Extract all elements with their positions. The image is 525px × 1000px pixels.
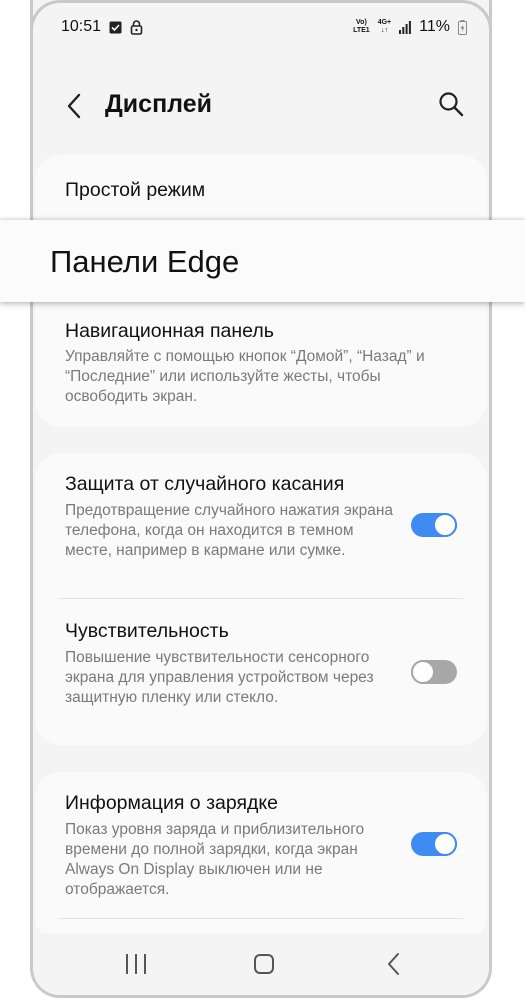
navigation-bar-title[interactable]: Навигационная панель bbox=[65, 320, 274, 343]
page-title: Дисплей bbox=[105, 90, 213, 118]
edge-panels-highlight[interactable]: Панели Edge bbox=[0, 220, 525, 302]
touch-sensitivity-toggle[interactable] bbox=[411, 660, 457, 684]
back-arrow-icon[interactable] bbox=[63, 92, 89, 120]
edge-panels-label: Панели Edge bbox=[50, 244, 240, 279]
charging-info-toggle[interactable] bbox=[411, 832, 457, 856]
divider bbox=[59, 598, 463, 599]
simple-mode-item[interactable]: Простой режим bbox=[65, 179, 205, 202]
divider bbox=[59, 918, 463, 919]
app-bar: Дисплей bbox=[33, 80, 489, 132]
data-indicator: 4G+ ↓↑ bbox=[377, 19, 392, 34]
touch-sensitivity-title[interactable]: Чувствительность bbox=[65, 620, 229, 643]
volte-indicator: Vo) LTE1 bbox=[353, 19, 370, 34]
status-time: 10:51 bbox=[61, 18, 102, 35]
phone-screen: 10:51 Vo) LTE1 4G+ ↓↑ 11% Дисплей Просто… bbox=[30, 0, 492, 998]
home-icon[interactable] bbox=[251, 951, 277, 977]
signal-icon bbox=[399, 20, 412, 34]
battery-charging-icon bbox=[458, 19, 467, 35]
accidental-touch-toggle[interactable] bbox=[411, 513, 457, 537]
navigation-bar-description: Управляйте с помощью кнопок “Домой”, “На… bbox=[65, 348, 425, 405]
system-nav-bar bbox=[33, 933, 489, 995]
settings-group-2: Защита от случайного касания Предотвраще… bbox=[35, 453, 487, 745]
battery-percent: 11% bbox=[419, 18, 450, 35]
recent-apps-icon[interactable] bbox=[123, 951, 149, 977]
search-icon[interactable] bbox=[437, 90, 465, 118]
accidental-touch-title[interactable]: Защита от случайного касания bbox=[65, 473, 344, 496]
settings-group-3: Информация о зарядке Показ уровня заряда… bbox=[35, 772, 487, 942]
accidental-touch-description: Предотвращение случайного нажатия экрана… bbox=[65, 502, 393, 559]
lock-icon bbox=[130, 19, 143, 35]
toggle-knob bbox=[433, 513, 457, 537]
toggle-knob bbox=[411, 660, 435, 684]
touch-sensitivity-description: Повышение чувствительности сенсорного эк… bbox=[65, 649, 374, 706]
status-bar: 10:51 Vo) LTE1 4G+ ↓↑ 11% bbox=[61, 14, 467, 40]
notification-check-icon bbox=[109, 21, 122, 33]
back-icon[interactable] bbox=[381, 951, 407, 977]
toggle-knob bbox=[433, 832, 457, 856]
charging-info-title[interactable]: Информация о зарядке bbox=[65, 792, 278, 815]
charging-info-description: Показ уровня заряда и приблизительного в… bbox=[65, 821, 365, 898]
